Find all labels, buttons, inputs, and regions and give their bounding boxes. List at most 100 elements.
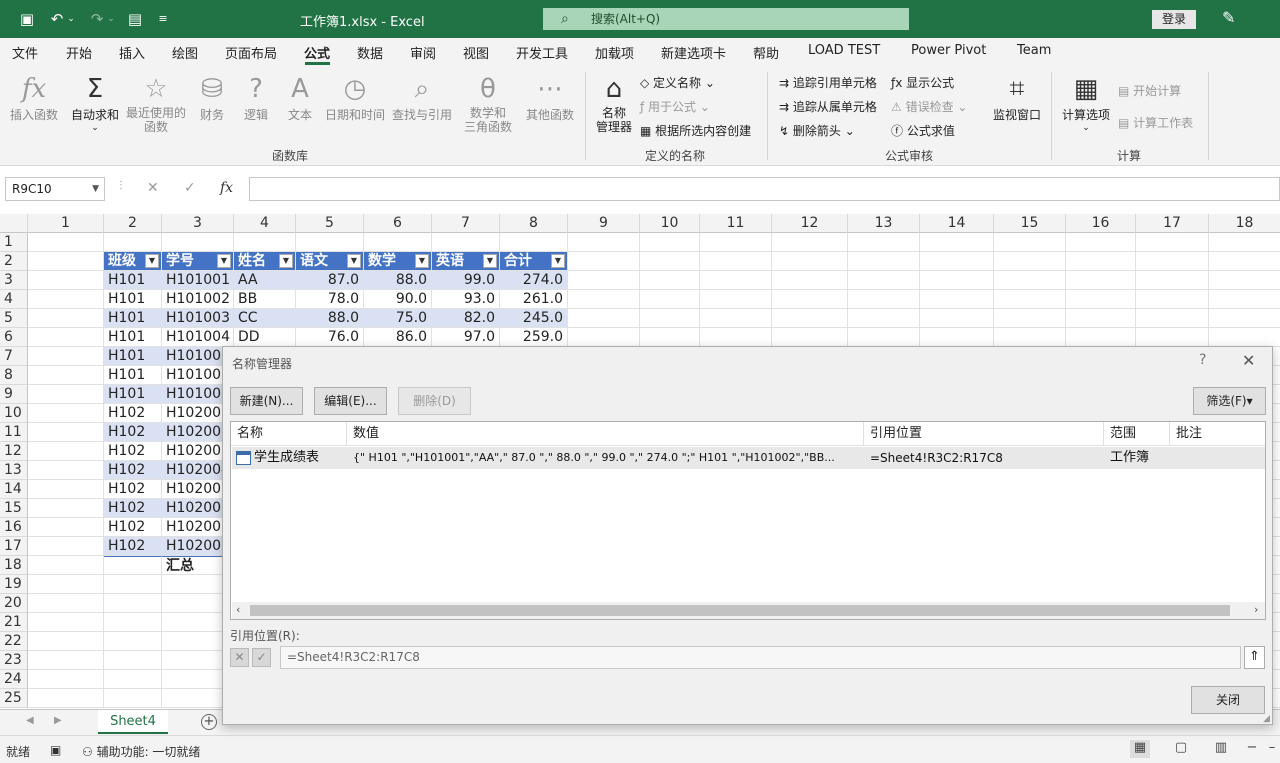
cell[interactable] (640, 233, 700, 252)
table-cell[interactable]: H101 (104, 309, 162, 328)
row-header-12[interactable]: 12 (0, 442, 28, 461)
more-functions-button[interactable]: ⋯ 其他函数 (522, 72, 578, 123)
insert-function-button[interactable]: fx 插入函数 (6, 72, 62, 123)
chevron-down-icon[interactable]: ▼ (92, 178, 99, 200)
cell[interactable] (104, 651, 162, 670)
column-header-8[interactable]: 8 (500, 214, 568, 233)
cell[interactable] (104, 594, 162, 613)
show-formulas-button[interactable]: ƒx 显示公式 (891, 74, 954, 91)
table-cell[interactable]: 76.0 (296, 328, 364, 347)
table-cell[interactable]: 87.0 (296, 271, 364, 290)
cell[interactable] (568, 309, 640, 328)
col-header-name[interactable]: 名称 (231, 422, 347, 446)
formula-input[interactable] (249, 177, 1280, 201)
row-header-1[interactable]: 1 (0, 233, 28, 252)
row-header-6[interactable]: 6 (0, 328, 28, 347)
cell[interactable] (920, 328, 994, 347)
row-header-16[interactable]: 16 (0, 518, 28, 537)
row-header-25[interactable]: 25 (0, 689, 28, 708)
table-cell[interactable]: 245.0 (500, 309, 568, 328)
cell[interactable] (848, 233, 920, 252)
row-header-23[interactable]: 23 (0, 651, 28, 670)
row-header-22[interactable]: 22 (0, 632, 28, 651)
col-header-comment[interactable]: 批注 (1170, 422, 1265, 446)
name-box[interactable]: R9C10 ▼ (5, 177, 105, 201)
cell[interactable] (700, 271, 772, 290)
cell[interactable] (920, 252, 994, 271)
table-cell[interactable]: 93.0 (432, 290, 500, 309)
table-cell[interactable]: 259.0 (500, 328, 568, 347)
cell[interactable] (28, 632, 104, 651)
tab-team[interactable]: Team (1017, 43, 1051, 58)
cell[interactable] (1136, 271, 1209, 290)
row-header-11[interactable]: 11 (0, 423, 28, 442)
tab-load-test[interactable]: LOAD TEST (808, 43, 880, 58)
row-header-2[interactable]: 2 (0, 252, 28, 271)
cell[interactable] (848, 328, 920, 347)
tab-developer[interactable]: 开发工具 (516, 43, 568, 62)
logical-button[interactable]: ? 逻辑 (238, 72, 274, 123)
recent-functions-button[interactable]: ☆ 最近使用的 函数 (124, 72, 188, 134)
table-cell[interactable]: H101 (104, 366, 162, 385)
undo-dropdown-icon[interactable]: ⌄ (60, 8, 82, 30)
select-all-corner[interactable] (0, 214, 28, 233)
cell[interactable] (28, 499, 104, 518)
tab-data[interactable]: 数据 (357, 43, 383, 62)
table-cell[interactable]: 78.0 (296, 290, 364, 309)
row-header-9[interactable]: 9 (0, 385, 28, 404)
page-layout-view-icon[interactable]: ▢ (1171, 740, 1191, 758)
table-cell[interactable]: BB (234, 290, 296, 309)
tab-draw[interactable]: 绘图 (172, 43, 198, 62)
cell[interactable] (364, 233, 432, 252)
filter-dropdown-icon[interactable]: ▼ (145, 254, 159, 268)
cell[interactable] (994, 233, 1066, 252)
filter-dropdown-icon[interactable]: ▼ (415, 254, 429, 268)
table-cell[interactable]: 75.0 (364, 309, 432, 328)
table-cell[interactable]: H101004 (162, 328, 234, 347)
column-header-12[interactable]: 12 (772, 214, 848, 233)
cell[interactable] (772, 233, 848, 252)
table-cell[interactable]: H101002 (162, 290, 234, 309)
row-header-10[interactable]: 10 (0, 404, 28, 423)
table-cell[interactable]: H102 (104, 518, 162, 537)
add-sheet-icon[interactable]: + (201, 714, 217, 730)
cell[interactable] (848, 271, 920, 290)
filter-dropdown-icon[interactable]: ▼ (217, 254, 231, 268)
accessibility-status[interactable]: ⚇ 辅助功能: 一切就绪 (82, 743, 200, 760)
cell[interactable] (994, 309, 1066, 328)
cell[interactable] (920, 290, 994, 309)
cell[interactable] (28, 594, 104, 613)
collapse-dialog-icon[interactable]: ⇑ (1244, 646, 1265, 669)
table-cell[interactable]: H102 (104, 442, 162, 461)
cell[interactable] (1209, 252, 1280, 271)
cell[interactable] (104, 613, 162, 632)
chevron-right-icon[interactable]: › (1254, 603, 1258, 616)
page-break-view-icon[interactable]: ▥ (1211, 740, 1231, 758)
calc-now-button[interactable]: ▤ 开始计算 (1118, 82, 1181, 99)
row-header-5[interactable]: 5 (0, 309, 28, 328)
cell[interactable] (920, 309, 994, 328)
row-header-14[interactable]: 14 (0, 480, 28, 499)
normal-view-icon[interactable]: ▦ (1130, 740, 1150, 758)
column-header-1[interactable]: 1 (28, 214, 104, 233)
cell[interactable] (1066, 290, 1136, 309)
help-icon[interactable]: ? (1199, 352, 1206, 368)
row-header-15[interactable]: 15 (0, 499, 28, 518)
cell[interactable] (28, 613, 104, 632)
cell[interactable] (568, 233, 640, 252)
column-header-6[interactable]: 6 (364, 214, 432, 233)
column-header-3[interactable]: 3 (162, 214, 234, 233)
cell[interactable] (28, 404, 104, 423)
filter-dropdown-icon[interactable]: ▼ (483, 254, 497, 268)
cell[interactable] (28, 651, 104, 670)
name-manager-button[interactable]: ⌂ 名称 管理器 (592, 72, 636, 134)
table-cell[interactable]: H102 (104, 461, 162, 480)
tab-file[interactable]: 文件 (12, 43, 38, 62)
cell[interactable] (1066, 309, 1136, 328)
cell[interactable] (920, 271, 994, 290)
text-button[interactable]: A 文本 (282, 72, 318, 123)
cancel-edit-icon[interactable]: ✕ (230, 648, 249, 667)
cell[interactable] (28, 689, 104, 708)
cell[interactable] (432, 233, 500, 252)
table-cell[interactable]: H101001 (162, 271, 234, 290)
